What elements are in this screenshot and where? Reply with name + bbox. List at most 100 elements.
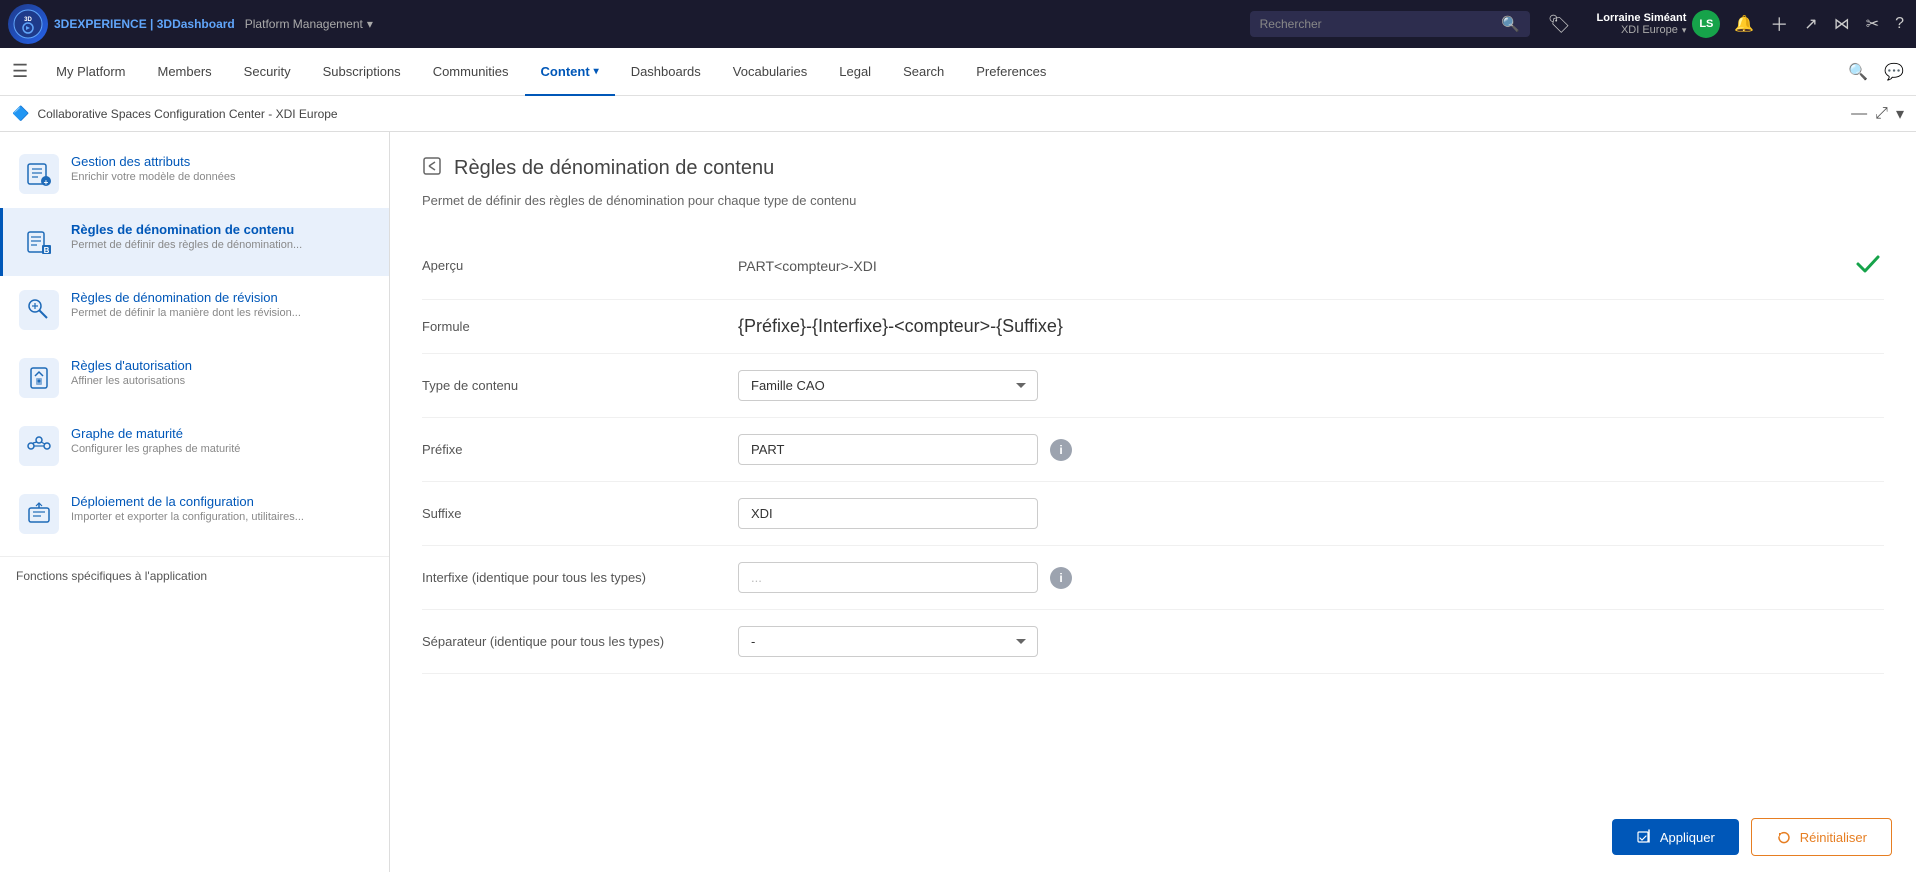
avatar[interactable]: LS bbox=[1692, 10, 1720, 38]
content-dropdown-arrow: ▾ bbox=[594, 66, 599, 77]
breadcrumb-actions: — ⤢ ▾ bbox=[1851, 104, 1904, 124]
prefixe-field-row: i bbox=[738, 434, 1072, 465]
sidebar-item-gestion-attributs[interactable]: + Gestion des attributs Enrichir votre m… bbox=[0, 140, 389, 208]
nav-item-search[interactable]: Search bbox=[887, 48, 960, 96]
form-row-apercu: Aperçu PART<compteur>-XDI bbox=[422, 232, 1884, 300]
sidebar-title-gestion-attributs: Gestion des attributs bbox=[71, 154, 373, 169]
apercu-label: Aperçu bbox=[422, 258, 722, 273]
sidebar-title-regles-denomination-revision: Règles de dénomination de révision bbox=[71, 290, 373, 305]
interfixe-label: Interfixe (identique pour tous les types… bbox=[422, 570, 722, 585]
type-contenu-select[interactable]: Famille CAO Dessin Produit Document bbox=[738, 370, 1038, 401]
search-bar: 🔍 bbox=[1250, 11, 1530, 37]
nav-item-security[interactable]: Security bbox=[228, 48, 307, 96]
svg-text:3D: 3D bbox=[24, 17, 32, 23]
sidebar-text-deploiement-configuration: Déploiement de la configuration Importer… bbox=[71, 494, 373, 523]
sidebar-title-graphe-maturite: Graphe de maturité bbox=[71, 426, 373, 441]
share-icon[interactable]: ↗ bbox=[1800, 10, 1821, 38]
sidebar-item-graphe-maturite[interactable]: Graphe de maturité Configurer les graphe… bbox=[0, 412, 389, 480]
sidebar-text-graphe-maturite: Graphe de maturité Configurer les graphe… bbox=[71, 426, 373, 455]
breadcrumb-icon: 🔷 bbox=[12, 105, 29, 122]
help-icon[interactable]: ? bbox=[1891, 11, 1908, 37]
form-row-type-contenu: Type de contenu Famille CAO Dessin Produ… bbox=[422, 354, 1884, 418]
formule-label: Formule bbox=[422, 319, 722, 334]
panel-footer: Appliquer Réinitialiser bbox=[1612, 818, 1892, 856]
sidebar-icon-regles-denomination-revision bbox=[19, 290, 59, 330]
sidebar: + Gestion des attributs Enrichir votre m… bbox=[0, 132, 390, 872]
platform-menu[interactable]: Platform Management ▾ bbox=[245, 17, 373, 31]
network-icon[interactable]: ⋈ bbox=[1830, 10, 1854, 38]
suffixe-label: Suffixe bbox=[422, 506, 722, 521]
formule-value: {Préfixe}-{Interfixe}-<compteur>-{Suffix… bbox=[738, 316, 1884, 337]
topbar: 3D 3DEXPERIENCE | 3DDashboard Platform M… bbox=[0, 0, 1916, 48]
nav-item-preferences[interactable]: Preferences bbox=[960, 48, 1062, 96]
sidebar-item-deploiement-configuration[interactable]: Déploiement de la configuration Importer… bbox=[0, 480, 389, 548]
sidebar-desc-regles-denomination-revision: Permet de définir la manière dont les ré… bbox=[71, 307, 373, 319]
brand-label: 3DEXPERIENCE | 3DDashboard bbox=[54, 17, 235, 31]
prefixe-input[interactable] bbox=[738, 434, 1038, 465]
breadcrumb-bar: 🔷 Collaborative Spaces Configuration Cen… bbox=[0, 96, 1916, 132]
back-button[interactable] bbox=[422, 156, 442, 181]
tag-icon-btn[interactable]: 🏷 bbox=[1544, 10, 1575, 39]
content-panel: Règles de dénomination de contenu Permet… bbox=[390, 132, 1916, 872]
form-row-suffixe: Suffixe bbox=[422, 482, 1884, 546]
apercu-check-icon bbox=[1852, 248, 1884, 283]
sidebar-icon-regles-autorisation bbox=[19, 358, 59, 398]
apply-button[interactable]: Appliquer bbox=[1612, 819, 1739, 855]
form-row-separateur: Séparateur (identique pour tous les type… bbox=[422, 610, 1884, 674]
apply-icon bbox=[1636, 829, 1652, 845]
bell-icon[interactable]: 🔔 bbox=[1730, 10, 1758, 38]
nav-item-content[interactable]: Content ▾ bbox=[525, 48, 615, 96]
svg-text:+: + bbox=[44, 178, 49, 187]
add-icon[interactable]: ＋ bbox=[1766, 7, 1792, 41]
sidebar-item-regles-autorisation[interactable]: Règles d'autorisation Affiner les autori… bbox=[0, 344, 389, 412]
chevron-down-icon[interactable]: ▾ bbox=[1896, 104, 1904, 124]
main-layout: + Gestion des attributs Enrichir votre m… bbox=[0, 132, 1916, 872]
sidebar-text-regles-autorisation: Règles d'autorisation Affiner les autori… bbox=[71, 358, 373, 387]
nav-item-subscriptions[interactable]: Subscriptions bbox=[307, 48, 417, 96]
search-icon[interactable]: 🔍 bbox=[1501, 15, 1520, 33]
search-input[interactable] bbox=[1260, 17, 1495, 31]
tools-icon[interactable]: ✂ bbox=[1862, 10, 1883, 38]
apercu-value: PART<compteur>-XDI bbox=[738, 258, 1836, 274]
sidebar-desc-regles-autorisation: Affiner les autorisations bbox=[71, 375, 373, 387]
reset-button[interactable]: Réinitialiser bbox=[1751, 818, 1892, 856]
interfixe-field-row: i bbox=[738, 562, 1072, 593]
sidebar-footer: Fonctions spécifiques à l'application bbox=[0, 556, 389, 595]
nav-item-communities[interactable]: Communities bbox=[417, 48, 525, 96]
tag-icon: 🏷 bbox=[1544, 10, 1575, 39]
sidebar-item-regles-denomination-revision[interactable]: Règles de dénomination de révision Perme… bbox=[0, 276, 389, 344]
suffixe-input[interactable] bbox=[738, 498, 1038, 529]
minimize-icon[interactable]: — bbox=[1851, 105, 1867, 123]
hamburger-menu[interactable]: ☰ bbox=[12, 61, 28, 82]
app-logo[interactable]: 3D bbox=[8, 4, 48, 44]
interfixe-input[interactable] bbox=[738, 562, 1038, 593]
nav-chat-icon[interactable]: 💬 bbox=[1884, 62, 1904, 82]
panel-subtitle: Permet de définir des règles de dénomina… bbox=[422, 193, 1884, 208]
panel-title: Règles de dénomination de contenu bbox=[454, 157, 774, 180]
separateur-select[interactable]: - _ . / bbox=[738, 626, 1038, 657]
panel-header: Règles de dénomination de contenu bbox=[422, 156, 1884, 181]
prefixe-label: Préfixe bbox=[422, 442, 722, 457]
user-org[interactable]: XDI Europe▾ bbox=[1621, 24, 1686, 36]
nav-item-legal[interactable]: Legal bbox=[823, 48, 887, 96]
suffixe-field-row bbox=[738, 498, 1038, 529]
sidebar-icon-regles-denomination-contenu: B bbox=[19, 222, 59, 262]
nav-item-dashboards[interactable]: Dashboards bbox=[615, 48, 717, 96]
sidebar-text-regles-denomination-contenu: Règles de dénomination de contenu Permet… bbox=[71, 222, 373, 251]
nav-search-icon[interactable]: 🔍 bbox=[1848, 62, 1868, 82]
sidebar-desc-graphe-maturite: Configurer les graphes de maturité bbox=[71, 443, 373, 455]
interfixe-info-icon[interactable]: i bbox=[1050, 567, 1072, 589]
nav-item-vocabularies[interactable]: Vocabularies bbox=[717, 48, 823, 96]
nav-item-members[interactable]: Members bbox=[141, 48, 227, 96]
user-info: Lorraine Siméant XDI Europe▾ bbox=[1597, 12, 1687, 36]
sidebar-desc-gestion-attributs: Enrichir votre modèle de données bbox=[71, 171, 373, 183]
reset-icon bbox=[1776, 829, 1792, 845]
sidebar-item-regles-denomination-contenu[interactable]: B Règles de dénomination de contenu Perm… bbox=[0, 208, 389, 276]
topbar-action-icons: 🔔 ＋ ↗ ⋈ ✂ ? bbox=[1730, 7, 1908, 41]
sidebar-title-regles-denomination-contenu: Règles de dénomination de contenu bbox=[71, 222, 373, 237]
nav-item-my-platform[interactable]: My Platform bbox=[40, 48, 141, 96]
form-section: Aperçu PART<compteur>-XDI Formule {Préfi… bbox=[422, 232, 1884, 674]
logo-circle: 3D bbox=[8, 4, 48, 44]
prefixe-info-icon[interactable]: i bbox=[1050, 439, 1072, 461]
expand-icon[interactable]: ⤢ bbox=[1875, 105, 1888, 123]
